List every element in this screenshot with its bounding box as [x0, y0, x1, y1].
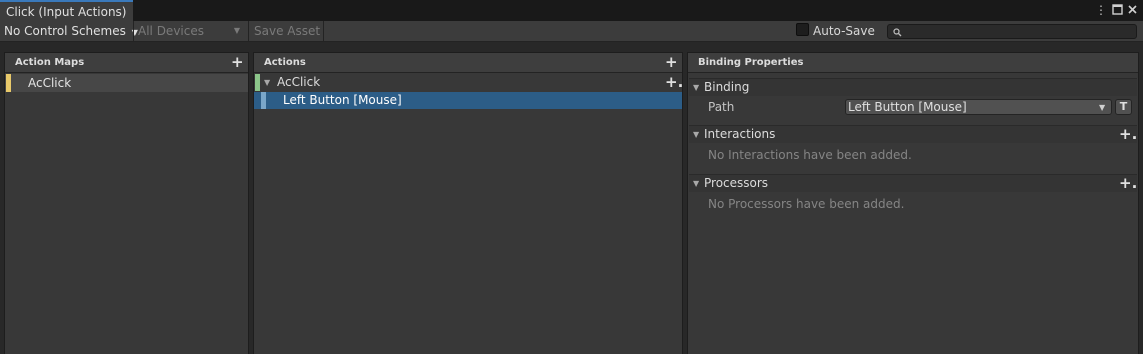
actions-title: Actions — [264, 57, 306, 68]
binding-section-label: Binding — [704, 80, 750, 94]
action-maps-header: Action Maps + — [5, 53, 248, 73]
window-tab-title: Click (Input Actions) — [6, 5, 127, 19]
action-map-item[interactable]: AcClick — [5, 74, 248, 92]
action-label: AcClick — [277, 75, 321, 89]
expand-triangle-icon[interactable]: ▼ — [693, 130, 699, 139]
maximize-icon[interactable] — [1110, 3, 1124, 17]
path-dropdown[interactable]: Left Button [Mouse] ▼ — [845, 99, 1112, 115]
action-marker — [255, 74, 260, 91]
action-map-marker — [6, 74, 11, 92]
window-tab[interactable]: Click (Input Actions) — [0, 0, 133, 21]
binding-row[interactable]: Left Button [Mouse] — [254, 92, 682, 109]
binding-properties-title: Binding Properties — [698, 57, 804, 68]
chevron-down-icon: ▼ — [1099, 103, 1106, 112]
auto-save-checkbox[interactable] — [796, 23, 809, 36]
devices-label: All Devices — [138, 24, 204, 38]
save-asset-label: Save Asset — [254, 24, 321, 38]
add-interaction-icon[interactable]: +. — [1119, 127, 1137, 142]
add-action-map-icon[interactable]: + — [231, 55, 244, 70]
processors-empty-text: No Processors have been added. — [708, 197, 905, 211]
control-schemes-dropdown[interactable]: No Control Schemes ▼ — [4, 21, 138, 41]
toolbar-divider — [248, 21, 249, 41]
action-maps-panel: Action Maps + AcClick — [4, 52, 249, 354]
path-value: Left Button [Mouse] — [848, 100, 967, 114]
add-action-icon[interactable]: + — [665, 55, 678, 70]
add-processor-icon[interactable]: +. — [1119, 176, 1137, 191]
auto-save-label: Auto-Save — [813, 24, 875, 38]
actions-panel: Actions + ▼ AcClick +. Left Button [Mous… — [253, 52, 683, 354]
interactions-empty-text: No Interactions have been added. — [708, 148, 912, 162]
processors-section-header[interactable]: ▼ Processors +. — [689, 174, 1137, 192]
binding-properties-header: Binding Properties — [688, 53, 1138, 73]
interactions-section-header[interactable]: ▼ Interactions +. — [689, 125, 1137, 143]
devices-dropdown[interactable]: All Devices ▼ — [138, 21, 244, 41]
search-icon — [893, 28, 902, 37]
action-maps-title: Action Maps — [15, 57, 85, 68]
expand-triangle-icon[interactable]: ▼ — [693, 83, 699, 92]
toolbar-divider — [323, 21, 324, 41]
path-label: Path — [708, 100, 735, 114]
close-icon[interactable] — [1125, 3, 1139, 17]
interactions-section-label: Interactions — [704, 127, 776, 141]
chevron-down-icon: ▼ — [233, 26, 240, 35]
toolbar: No Control Schemes ▼ All Devices ▼ Save … — [0, 21, 1143, 42]
expand-triangle-icon[interactable]: ▼ — [264, 78, 270, 87]
kebab-menu-icon[interactable]: ⋮ — [1094, 3, 1108, 17]
add-binding-icon[interactable]: +. — [665, 75, 683, 90]
actions-header: Actions + — [254, 53, 682, 73]
binding-properties-panel: Binding Properties ▼ Binding Path Left B… — [687, 52, 1139, 354]
path-text-mode-button[interactable]: T — [1115, 99, 1132, 115]
toolbar-divider — [133, 21, 134, 41]
expand-triangle-icon[interactable]: ▼ — [693, 179, 699, 188]
search-input[interactable] — [887, 24, 1137, 39]
binding-marker — [261, 92, 266, 109]
binding-section-header[interactable]: ▼ Binding — [689, 78, 1137, 96]
binding-label: Left Button [Mouse] — [283, 93, 402, 107]
action-map-label: AcClick — [28, 76, 72, 90]
processors-section-label: Processors — [704, 176, 769, 190]
tab-bar: Click (Input Actions) ⋮ — [0, 0, 1143, 21]
action-row[interactable]: ▼ AcClick +. — [254, 74, 683, 91]
save-asset-button[interactable]: Save Asset — [254, 21, 320, 41]
control-schemes-label: No Control Schemes — [4, 24, 126, 38]
